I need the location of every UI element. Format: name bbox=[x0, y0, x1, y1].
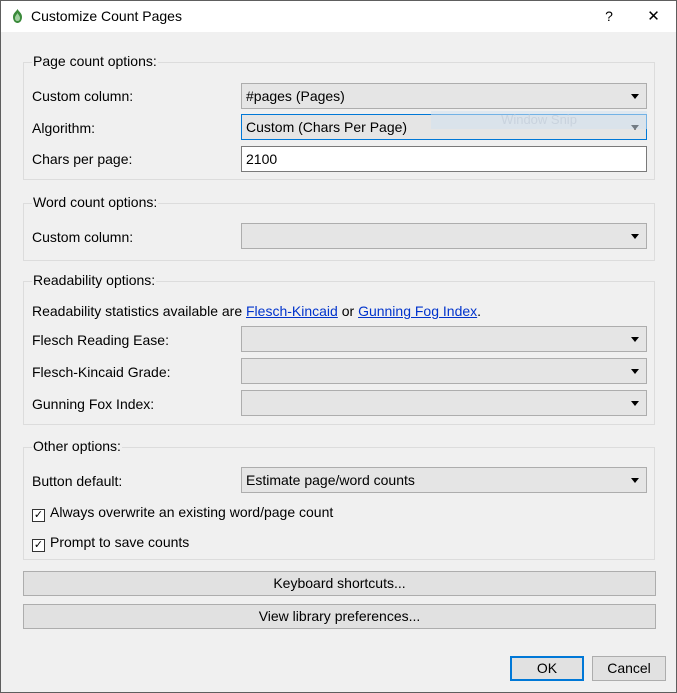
readability-info-text: Readability statistics available are Fle… bbox=[32, 303, 481, 319]
chevron-down-icon bbox=[631, 401, 639, 406]
flesch-kincaid-link[interactable]: Flesch-Kincaid bbox=[246, 303, 338, 319]
flesch-ease-select[interactable] bbox=[241, 326, 647, 352]
page-count-group-title: Page count options: bbox=[32, 53, 158, 69]
readability-info-mid: or bbox=[337, 303, 359, 319]
gunning-fog-label: Gunning Fox Index: bbox=[32, 396, 155, 412]
overwrite-checkbox-row[interactable]: ✓ Always overwrite an existing word/page … bbox=[32, 504, 333, 522]
flesch-ease-label: Flesch Reading Ease: bbox=[32, 332, 169, 348]
chars-per-page-input[interactable] bbox=[241, 146, 647, 172]
gunning-fog-select[interactable] bbox=[241, 390, 647, 416]
page-custom-column-label: Custom column: bbox=[32, 88, 134, 104]
chars-per-page-label: Chars per page: bbox=[32, 151, 133, 167]
prompt-checkbox-row[interactable]: ✓ Prompt to save counts bbox=[32, 534, 189, 552]
readability-info-prefix: Readability statistics available are bbox=[32, 303, 246, 319]
word-custom-column-label: Custom column: bbox=[32, 229, 134, 245]
other-options-group-title: Other options: bbox=[32, 438, 122, 454]
view-library-preferences-button[interactable]: View library preferences... bbox=[23, 604, 656, 629]
word-custom-column-select[interactable] bbox=[241, 223, 647, 249]
readability-group-title: Readability options: bbox=[32, 272, 157, 288]
overwrite-checkbox[interactable]: ✓ bbox=[32, 509, 45, 522]
flesch-grade-label: Flesch-Kincaid Grade: bbox=[32, 364, 171, 380]
dialog-window: Customize Count Pages ? ✕ Page count opt… bbox=[0, 0, 677, 693]
word-count-group-title: Word count options: bbox=[32, 194, 159, 210]
prompt-checkbox[interactable]: ✓ bbox=[32, 539, 45, 552]
window-title: Customize Count Pages bbox=[31, 8, 182, 24]
button-default-value: Estimate page/word counts bbox=[246, 472, 415, 488]
page-custom-column-value: #pages (Pages) bbox=[246, 88, 345, 104]
chevron-down-icon bbox=[631, 337, 639, 342]
chevron-down-icon bbox=[631, 94, 639, 99]
cancel-button[interactable]: Cancel bbox=[592, 656, 666, 681]
close-button[interactable]: ✕ bbox=[631, 1, 676, 32]
button-default-select[interactable]: Estimate page/word counts bbox=[241, 467, 647, 493]
chevron-down-icon bbox=[631, 369, 639, 374]
flesch-grade-select[interactable] bbox=[241, 358, 647, 384]
calibre-app-icon bbox=[13, 9, 22, 23]
page-custom-column-select[interactable]: #pages (Pages) bbox=[241, 83, 647, 109]
readability-info-suffix: . bbox=[477, 303, 482, 319]
ok-button[interactable]: OK bbox=[510, 656, 584, 681]
chevron-down-icon bbox=[631, 234, 639, 239]
chevron-down-icon bbox=[631, 478, 639, 483]
keyboard-shortcuts-button[interactable]: Keyboard shortcuts... bbox=[23, 571, 656, 596]
title-bar[interactable]: Customize Count Pages ? ✕ bbox=[1, 1, 676, 32]
overwrite-label: Always overwrite an existing word/page c… bbox=[50, 504, 334, 520]
gunning-fog-link[interactable]: Gunning Fog Index bbox=[358, 303, 477, 319]
button-default-label: Button default: bbox=[32, 473, 123, 489]
prompt-label: Prompt to save counts bbox=[50, 534, 190, 550]
window-snip-overlay: Window Snip bbox=[431, 111, 647, 129]
algorithm-label: Algorithm: bbox=[32, 120, 96, 136]
algorithm-value: Custom (Chars Per Page) bbox=[246, 119, 408, 135]
help-button[interactable]: ? bbox=[589, 1, 629, 32]
